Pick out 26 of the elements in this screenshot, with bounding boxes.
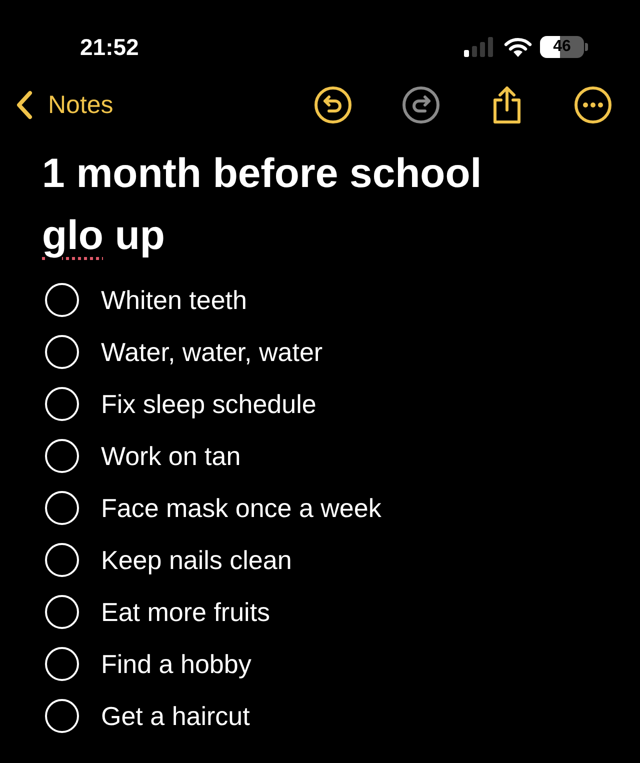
checklist-item-text: Keep nails clean [101, 544, 292, 576]
checklist-item-text: Whiten teeth [101, 284, 247, 316]
checklist-checkbox[interactable] [45, 595, 79, 629]
checklist-item-text: Get a haircut [101, 700, 250, 732]
checklist-checkbox[interactable] [45, 699, 79, 733]
checklist-item-text: Water, water, water [101, 336, 323, 368]
status-time: 21:52 [80, 34, 139, 60]
checklist-checkbox[interactable] [45, 283, 79, 317]
more-icon[interactable] [574, 86, 612, 124]
wifi-icon [504, 37, 532, 57]
checklist-checkbox[interactable] [45, 387, 79, 421]
checklist-checkbox[interactable] [45, 543, 79, 577]
checklist-item-text: Work on tan [101, 440, 241, 472]
undo-icon[interactable] [314, 86, 352, 124]
checklist-checkbox[interactable] [45, 335, 79, 369]
checklist-checkbox[interactable] [45, 439, 79, 473]
signal-icon [464, 37, 496, 57]
checklist-item-text: Eat more fruits [101, 596, 270, 628]
checklist-checkbox[interactable] [45, 647, 79, 681]
checklist-item-text: Find a hobby [101, 648, 252, 680]
checklist-item-text: Face mask once a week [101, 492, 382, 524]
note-title: 1 month before school glo up [42, 149, 483, 260]
checklist-item-text: Fix sleep schedule [101, 388, 316, 420]
checklist-checkbox[interactable] [45, 491, 79, 525]
chevron-left-icon [14, 90, 34, 120]
back-button[interactable]: Notes [14, 90, 114, 120]
